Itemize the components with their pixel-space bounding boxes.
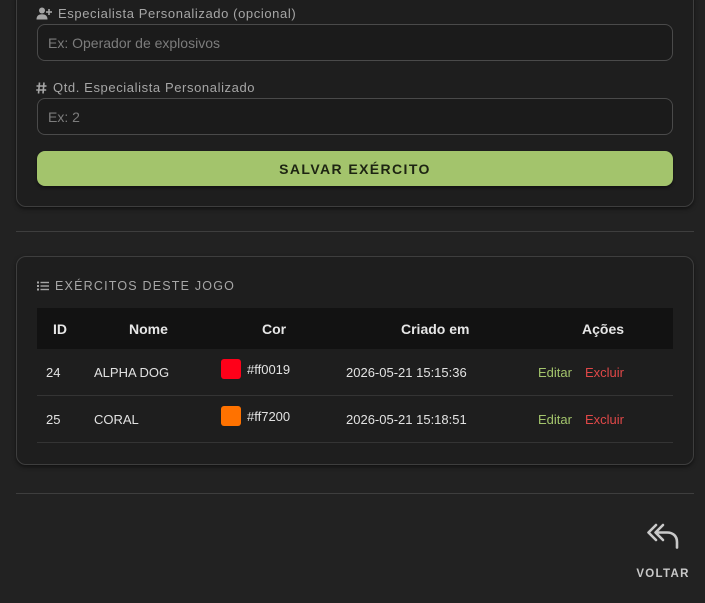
custom-specialist-qty-input[interactable] — [37, 98, 673, 135]
color-hex: #ff0019 — [247, 361, 291, 377]
army-created: 2026-05-21 15:18:51 — [346, 411, 467, 427]
save-army-button[interactable]: SALVAR EXÉRCITO — [37, 151, 673, 186]
hashtag-icon — [36, 81, 47, 94]
army-name: ALPHA DOG — [94, 364, 170, 380]
color-swatch — [221, 359, 241, 379]
army-id: 24 — [46, 364, 61, 380]
reply-all-icon — [647, 523, 679, 549]
custom-specialist-qty-label: Qtd. Especialista Personalizado — [36, 80, 255, 95]
armies-section-title: EXÉRCITOS DESTE JOGO — [37, 279, 235, 293]
custom-specialist-label-text: Especialista Personalizado (opcional) — [58, 6, 297, 21]
delete-link[interactable]: Excluir — [585, 365, 624, 380]
divider — [16, 231, 694, 232]
army-created: 2026-05-21 15:15:36 — [346, 364, 467, 380]
army-id: 25 — [46, 411, 61, 427]
color-hex: #ff7200 — [247, 408, 291, 424]
color-swatch — [221, 406, 241, 426]
edit-link[interactable]: Editar — [538, 365, 572, 380]
table-header: ID Nome Cor Criado em Ações — [37, 308, 673, 349]
army-color: #ff0019 — [221, 349, 290, 395]
user-plus-icon — [36, 7, 52, 20]
army-actions: Editar Excluir — [538, 396, 624, 442]
back-label: VOLTAR — [636, 568, 690, 580]
divider — [16, 493, 694, 494]
table-row: 24 ALPHA DOG #ff0019 2026-05-21 15:15:36… — [37, 349, 673, 396]
delete-link[interactable]: Excluir — [585, 412, 624, 427]
custom-specialist-qty-label-text: Qtd. Especialista Personalizado — [53, 80, 256, 95]
column-header-actions: Ações — [582, 320, 625, 337]
edit-link[interactable]: Editar — [538, 412, 572, 427]
list-icon — [37, 281, 49, 291]
army-actions: Editar Excluir — [538, 349, 624, 395]
back-button[interactable]: VOLTAR — [630, 522, 696, 588]
column-header-color: Cor — [262, 320, 287, 337]
column-header-id: ID — [53, 320, 67, 337]
column-header-name: Nome — [129, 320, 168, 337]
table-row: 25 CORAL #ff7200 2026-05-21 15:18:51 Edi… — [37, 396, 673, 443]
armies-table: ID Nome Cor Criado em Ações 24 ALPHA DOG… — [37, 308, 673, 443]
army-name: CORAL — [94, 411, 139, 427]
custom-specialist-input[interactable] — [37, 24, 673, 61]
armies-section-title-text: EXÉRCITOS DESTE JOGO — [55, 279, 236, 293]
column-header-created: Criado em — [401, 320, 470, 337]
army-color: #ff7200 — [221, 396, 290, 442]
custom-specialist-label: Especialista Personalizado (opcional) — [36, 6, 296, 21]
